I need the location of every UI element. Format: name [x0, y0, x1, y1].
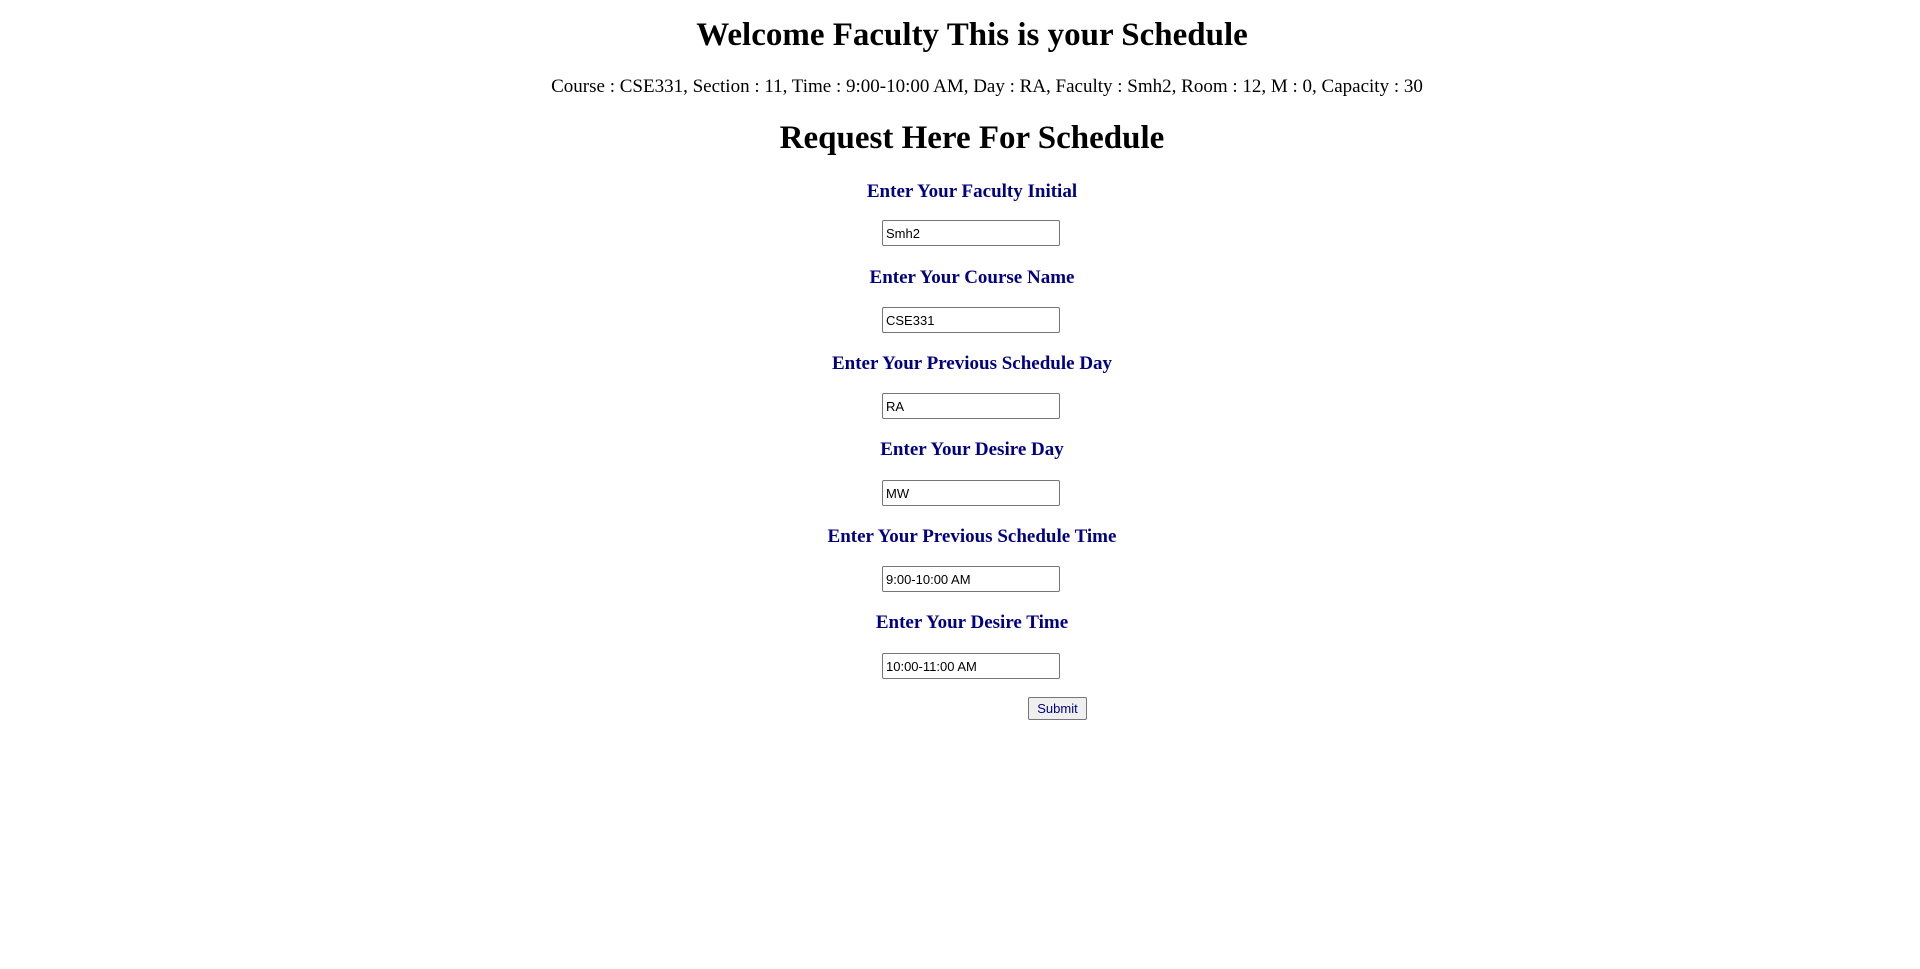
course-name-label: Enter Your Course Name	[869, 267, 1075, 288]
faculty-initial-label: Enter Your Faculty Initial	[866, 181, 1078, 202]
previous-schedule-time-input[interactable]	[882, 566, 1060, 592]
course-name-input[interactable]	[882, 307, 1060, 333]
desire-day-label: Enter Your Desire Day	[880, 439, 1064, 460]
previous-schedule-time-label: Enter Your Previous Schedule Time	[827, 526, 1117, 547]
previous-schedule-day-label: Enter Your Previous Schedule Day	[831, 353, 1113, 374]
schedule-request-form: Enter Your Faculty Initial Enter Your Co…	[0, 0, 1920, 969]
faculty-initial-input[interactable]	[882, 220, 1060, 246]
desire-time-label: Enter Your Desire Time	[875, 612, 1069, 633]
previous-schedule-day-input[interactable]	[882, 393, 1060, 419]
desire-time-input[interactable]	[882, 653, 1060, 679]
desire-day-input[interactable]	[882, 480, 1060, 506]
submit-button[interactable]: Submit	[1028, 697, 1087, 720]
page: Welcome Faculty This is your Schedule Co…	[0, 0, 1920, 969]
